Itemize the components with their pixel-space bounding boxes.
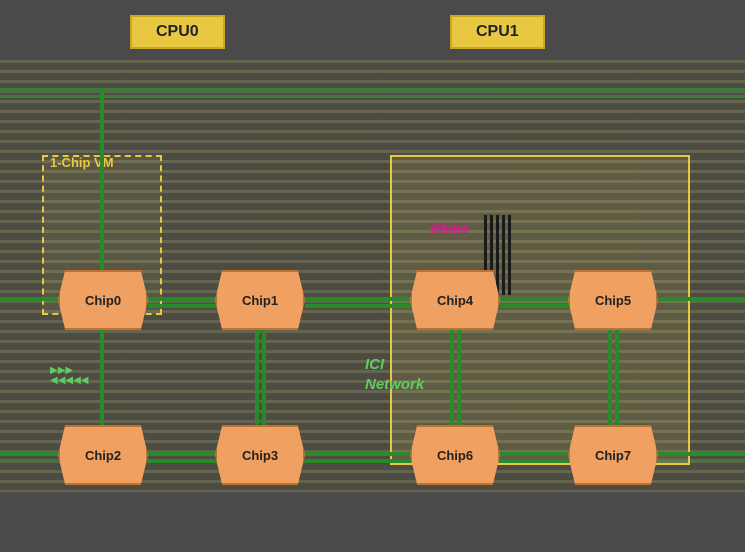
v-line-chip1-chip3 bbox=[255, 330, 259, 425]
interchip-line-4 bbox=[502, 215, 505, 295]
chip5: Chip5 bbox=[568, 270, 658, 330]
v-line-chip5-chip7 bbox=[608, 330, 612, 425]
cpu1-label: CPU1 bbox=[450, 15, 545, 49]
chip3: Chip3 bbox=[215, 425, 305, 485]
chips-label: Chips bbox=[430, 220, 469, 236]
chip1: Chip1 bbox=[215, 270, 305, 330]
h-line-chip2-chip3 bbox=[148, 452, 218, 456]
bottom-bar bbox=[0, 492, 745, 552]
chip4: Chip4 bbox=[410, 270, 500, 330]
h-line-chip0-chip1-2 bbox=[148, 304, 218, 308]
v-line-chip4-chip6-2 bbox=[457, 330, 461, 425]
h-line-chip1-chip4 bbox=[305, 297, 415, 301]
h-line-chip6-chip7 bbox=[500, 452, 570, 456]
chip6: Chip6 bbox=[410, 425, 500, 485]
h-line-left-chip2 bbox=[0, 452, 60, 456]
chip2: Chip2 bbox=[58, 425, 148, 485]
h-line-chip2-chip3-2 bbox=[148, 459, 218, 463]
bus-top-1 bbox=[0, 88, 745, 91]
top-bar: CPU0 CPU1 bbox=[0, 0, 745, 60]
h-line-chip4-chip5 bbox=[500, 297, 570, 301]
cpu0-label: CPU0 bbox=[130, 15, 225, 49]
chip7: Chip7 bbox=[568, 425, 658, 485]
h-line-chip5-right bbox=[658, 297, 745, 301]
h-line-left-chip0 bbox=[0, 297, 60, 301]
ici-label: ICINetwork bbox=[365, 355, 424, 394]
bus-top-2 bbox=[0, 95, 745, 98]
v-line-chip5-chip7-2 bbox=[615, 330, 619, 425]
v-line-chip4-chip6 bbox=[450, 330, 454, 425]
h-line-chip3-chip6-2 bbox=[305, 459, 415, 463]
h-line-chip6-chip7-2 bbox=[500, 459, 570, 463]
v-line-chip1-chip3-2 bbox=[262, 330, 266, 425]
h-line-chip0-chip1 bbox=[148, 297, 218, 301]
h-line-chip3-chip6 bbox=[305, 452, 415, 456]
small-label-2: ◀◀◀◀◀ bbox=[50, 375, 88, 386]
vm-label: 1-Chip VM bbox=[50, 155, 114, 170]
h-line-chip4-chip5-2 bbox=[500, 304, 570, 308]
content-area: 1-Chip VM ICINetwork Chips ▶▶▶ ◀ bbox=[0, 60, 745, 492]
interchip-line-5 bbox=[508, 215, 511, 295]
chip0: Chip0 bbox=[58, 270, 148, 330]
v-line-chip0-top bbox=[100, 90, 104, 270]
v-line-chip0-bottom bbox=[100, 330, 104, 430]
h-line-chip1-chip4-2 bbox=[305, 304, 415, 308]
h-line-chip7-right bbox=[658, 452, 745, 456]
interchip-line-3 bbox=[496, 215, 499, 295]
